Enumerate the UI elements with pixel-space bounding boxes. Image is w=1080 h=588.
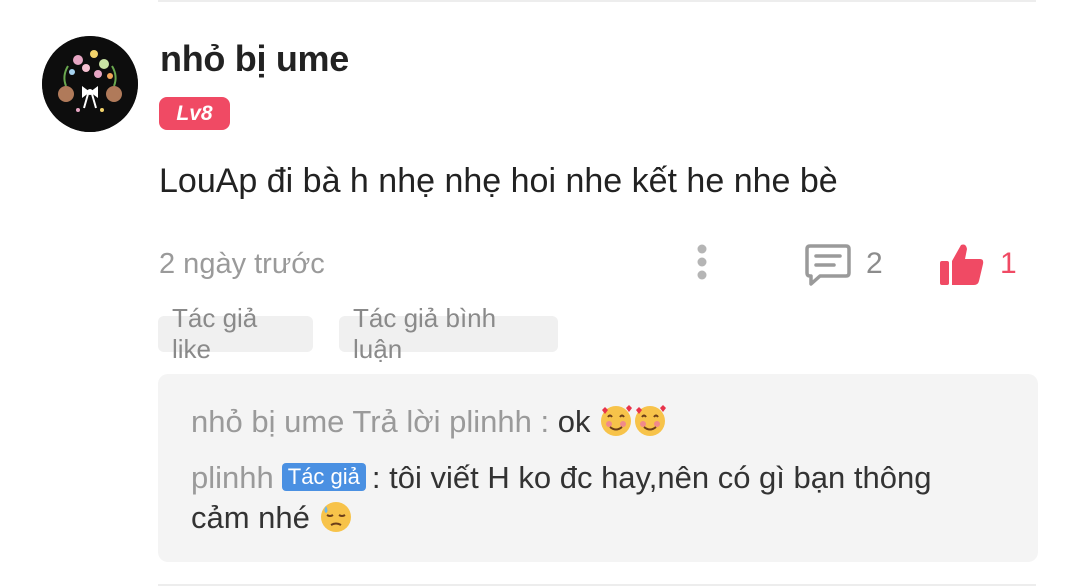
author-badge: Tác giả bbox=[281, 463, 366, 491]
reply-text: tôi viết H ko đc hay,nên có gì bạn thông bbox=[389, 460, 932, 495]
reply-button[interactable]: 2 bbox=[804, 238, 883, 290]
vertical-dots-icon[interactable] bbox=[688, 240, 716, 284]
reply-count: 2 bbox=[866, 247, 883, 280]
comment-icon bbox=[805, 244, 851, 286]
reply-thread[interactable]: nhỏ bị ume Trả lời plinhh : ok plinhh Tác… bbox=[158, 374, 1038, 562]
reply-continuation: cảm nhé bbox=[191, 500, 353, 536]
reply-header[interactable]: nhỏ bị ume Trả lời plinhh : bbox=[191, 404, 549, 439]
reply-author[interactable]: plinhh bbox=[191, 460, 274, 495]
avatar[interactable] bbox=[42, 36, 138, 132]
thumbs-up-icon bbox=[940, 244, 984, 285]
comment-text: LouAp đi bà h nhẹ nhẹ hoi nhe kết he nhe… bbox=[159, 162, 838, 200]
reply-item: nhỏ bị ume Trả lời plinhh : ok bbox=[191, 404, 667, 440]
bottom-divider bbox=[158, 584, 1036, 586]
smiling-face-with-hearts-icon bbox=[601, 405, 633, 436]
like-count: 1 bbox=[1000, 247, 1017, 280]
like-button[interactable]: 1 bbox=[938, 238, 1017, 290]
avatar-image bbox=[42, 36, 138, 132]
reply-item: plinhh Tác giả: tôi viết H ko đc hay,nên … bbox=[191, 460, 931, 496]
username[interactable]: nhỏ bị ume bbox=[160, 38, 349, 80]
top-divider bbox=[158, 0, 1036, 2]
author-comment-tag: Tác giả bình luận bbox=[339, 303, 558, 364]
timestamp: 2 ngày trước bbox=[159, 248, 325, 280]
reply-text: cảm nhé bbox=[191, 500, 310, 535]
level-badge: Lv8 bbox=[159, 97, 230, 130]
smiling-face-with-hearts-icon bbox=[635, 405, 667, 436]
downcast-face-with-sweat-icon bbox=[320, 502, 351, 532]
author-like-tag: Tác giả like bbox=[158, 303, 313, 364]
reply-text: ok bbox=[557, 404, 591, 439]
reply-separator: : bbox=[371, 460, 381, 495]
